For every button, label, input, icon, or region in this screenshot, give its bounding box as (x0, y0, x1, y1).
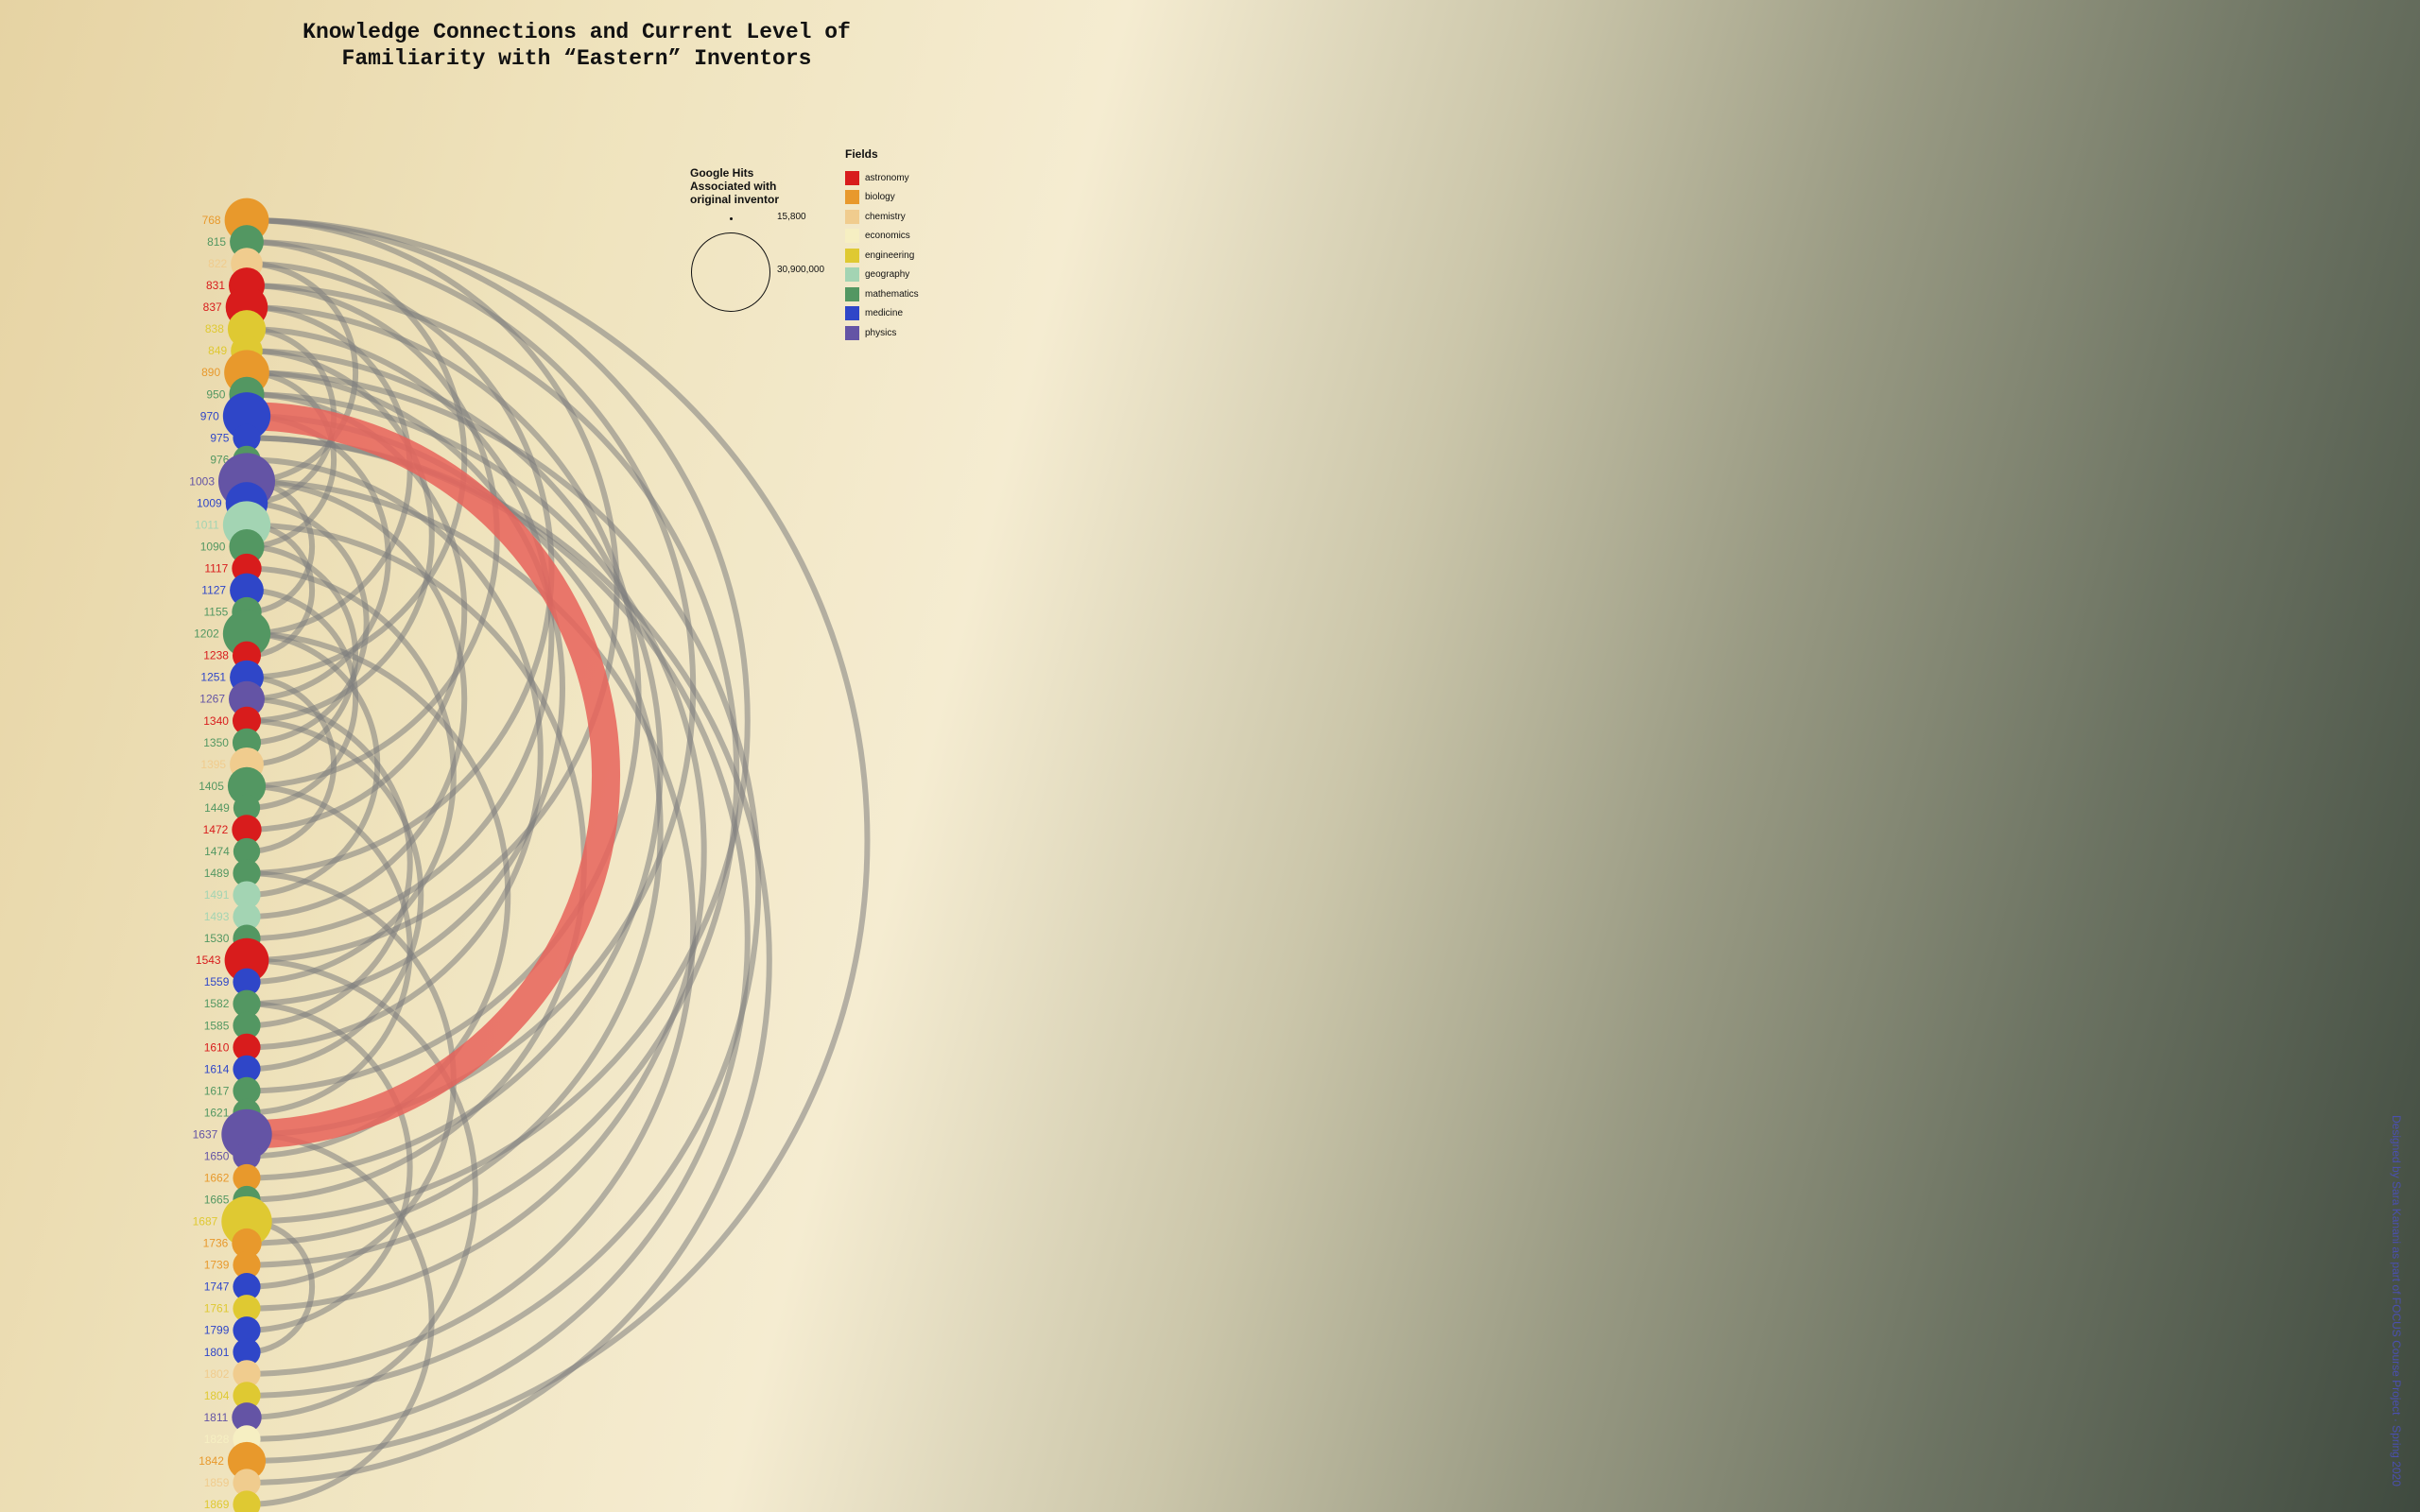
year-label-1350: 1350 (203, 736, 229, 749)
year-label-1665: 1665 (204, 1194, 230, 1207)
year-label-1267: 1267 (199, 693, 225, 706)
year-label-1637: 1637 (193, 1127, 218, 1141)
year-label-1610: 1610 (204, 1040, 230, 1054)
legend-item-economics: economics (845, 227, 919, 247)
year-label-1491: 1491 (204, 888, 230, 902)
legend-item-mathematics: mathematics (845, 284, 919, 304)
size-legend-max-label: 30,900,000 (777, 265, 825, 275)
size-legend: Google Hits Associated with original inv… (690, 166, 851, 318)
legend-label: engineering (865, 249, 915, 261)
legend-item-physics: physics (845, 323, 919, 343)
legend-item-astronomy: astronomy (845, 168, 919, 188)
year-label-1238: 1238 (203, 649, 229, 662)
arc-diagram: 7688158228318378388498909509709759761003… (189, 198, 2420, 1512)
legend-swatch (845, 209, 859, 224)
year-label-1761: 1761 (204, 1302, 230, 1315)
legend-item-geography: geography (845, 266, 919, 285)
legend-label: astronomy (865, 172, 909, 183)
year-label-1585: 1585 (204, 1019, 230, 1032)
legend-swatch (845, 248, 859, 263)
year-label-1202: 1202 (194, 627, 219, 641)
year-label-1127: 1127 (201, 584, 226, 597)
year-label-1801: 1801 (204, 1346, 230, 1359)
legend-item-engineering: engineering (845, 246, 919, 266)
legend-item-biology: biology (845, 188, 919, 208)
legend-swatch (845, 170, 859, 185)
year-label-1117: 1117 (204, 562, 228, 576)
year-label-1859: 1859 (204, 1476, 230, 1489)
year-label-1687: 1687 (193, 1215, 218, 1228)
year-label-1650: 1650 (204, 1149, 230, 1162)
size-legend-min-label: 15,800 (777, 212, 806, 222)
legend-swatch (845, 190, 859, 205)
year-label-950: 950 (206, 387, 225, 401)
year-label-1811: 1811 (203, 1411, 228, 1424)
legend-label: medicine (865, 308, 904, 319)
connection-arc (246, 1131, 435, 1507)
year-label-1869: 1869 (204, 1498, 230, 1511)
year-label-1530: 1530 (204, 932, 230, 945)
year-label-1582: 1582 (204, 997, 230, 1010)
legend-swatch (845, 286, 859, 301)
legend-item-medicine: medicine (845, 304, 919, 324)
legend-label: economics (865, 231, 910, 242)
legend-item-chemistry: chemistry (845, 207, 919, 227)
legend-label: chemistry (865, 211, 906, 222)
year-label-1739: 1739 (204, 1259, 230, 1272)
year-label-837: 837 (203, 301, 222, 314)
year-label-1340: 1340 (203, 714, 229, 728)
year-label-831: 831 (206, 279, 225, 292)
legend-label: biology (865, 192, 895, 203)
legend-label: mathematics (865, 288, 919, 300)
year-label-1472: 1472 (203, 823, 229, 836)
year-label-1799: 1799 (204, 1324, 230, 1337)
legend-swatch (845, 306, 859, 321)
year-label-1543: 1543 (196, 954, 221, 967)
year-label-849: 849 (208, 344, 227, 357)
year-label-890: 890 (201, 366, 220, 379)
year-label-1493: 1493 (204, 910, 230, 923)
fields-legend: Fields astronomy biology chemistry econo… (845, 147, 919, 343)
year-label-1736: 1736 (203, 1237, 229, 1250)
year-label-1155: 1155 (203, 606, 228, 619)
year-label-1251: 1251 (200, 671, 226, 684)
year-label-1802: 1802 (204, 1367, 230, 1381)
year-label-1614: 1614 (204, 1062, 230, 1075)
year-label-1395: 1395 (200, 758, 226, 771)
year-label-815: 815 (207, 235, 226, 249)
year-label-1489: 1489 (204, 867, 230, 880)
legend-swatch (845, 229, 859, 244)
year-label-1747: 1747 (204, 1280, 230, 1294)
year-label-822: 822 (208, 257, 227, 270)
fields-legend-title: Fields (845, 147, 878, 161)
legend-label: geography (865, 269, 910, 281)
year-label-1474: 1474 (204, 845, 230, 858)
year-label-838: 838 (205, 322, 224, 335)
inventor-node-1869[interactable] (233, 1490, 261, 1512)
size-legend-small-circle (730, 217, 733, 220)
year-label-1617: 1617 (204, 1084, 230, 1097)
year-label-1804: 1804 (204, 1389, 230, 1402)
year-label-1621: 1621 (204, 1106, 230, 1119)
year-label-1449: 1449 (204, 801, 230, 815)
year-label-1842: 1842 (199, 1454, 224, 1468)
size-legend-title: Google Hits Associated with original inv… (690, 166, 780, 206)
designer-credit: Designed by Sara Kanani as part of FOCUS… (2390, 1115, 2403, 1486)
year-label-1828: 1828 (204, 1433, 230, 1446)
year-label-1003: 1003 (189, 474, 215, 488)
size-legend-large-circle (691, 232, 770, 312)
legend-swatch (845, 267, 859, 283)
year-label-1559: 1559 (204, 975, 230, 988)
year-label-1662: 1662 (204, 1171, 230, 1184)
year-label-1011: 1011 (195, 518, 219, 531)
legend-label: physics (865, 327, 897, 338)
year-label-1090: 1090 (200, 541, 226, 554)
year-label-970: 970 (200, 409, 219, 422)
year-label-1405: 1405 (199, 780, 224, 793)
year-label-1009: 1009 (197, 496, 222, 509)
legend-swatch (845, 325, 859, 340)
year-label-768: 768 (202, 214, 221, 227)
year-label-975: 975 (210, 431, 229, 444)
